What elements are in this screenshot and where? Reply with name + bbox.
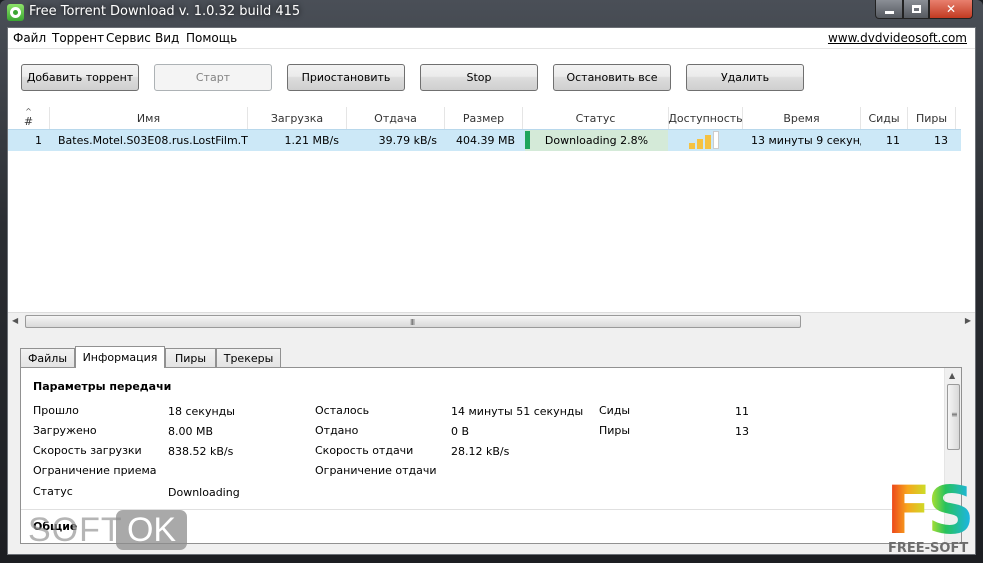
menu-bar: Файл Торрент Сервис Вид Помощь www.dvdvi… [8, 28, 975, 49]
menu-file[interactable]: Файл [13, 31, 46, 45]
menu-torrent[interactable]: Торрент [52, 31, 104, 45]
download-speed-value: 838.52 kB/s [168, 445, 234, 458]
free-soft-logo: FS FREE-SOFT [886, 472, 975, 558]
maximize-icon [911, 5, 921, 13]
window-title: Free Torrent Download v. 1.0.32 build 41… [29, 4, 301, 19]
peers-value: 13 [735, 425, 749, 438]
horizontal-scroll-thumb[interactable]: III [25, 315, 801, 328]
torrent-status: Downloading 2.8% [525, 130, 668, 151]
torrent-seeds: 11 [886, 134, 900, 147]
app-window: Free Torrent Download v. 1.0.32 build 41… [0, 0, 983, 563]
download-limit-label: Ограничение приема [33, 464, 157, 477]
seeds-label: Сиды [599, 404, 631, 417]
vertical-scroll-thumb[interactable]: ≡ [947, 384, 960, 450]
status-label: Статус [33, 485, 73, 498]
client-area: Файл Торрент Сервис Вид Помощь www.dvdvi… [7, 27, 976, 555]
uploaded-value: 0 B [451, 425, 470, 438]
column-header-peers[interactable]: Пиры [908, 107, 956, 129]
column-header-availability[interactable]: Доступность [668, 107, 743, 129]
tab-peers[interactable]: Пиры [165, 348, 216, 368]
close-button[interactable]: ✕ [929, 0, 973, 19]
upload-speed-label: Скорость отдачи [315, 444, 414, 457]
website-link[interactable]: www.dvdvideosoft.com [828, 31, 967, 45]
elapsed-value: 18 секунды [168, 405, 235, 418]
availability-bar-filled [689, 143, 695, 149]
downloaded-value: 8.00 MB [168, 425, 214, 438]
watermark-soft-text: SOFT [28, 511, 123, 549]
column-header-index[interactable]: ^ # [8, 107, 50, 129]
scroll-up-icon[interactable]: ▲ [949, 371, 955, 380]
torrent-index: 1 [35, 134, 42, 147]
upload-limit-label: Ограничение отдачи [315, 464, 437, 477]
torrent-time-remaining: 13 минуты 9 секунд [751, 134, 861, 147]
download-speed-label: Скорость загрузки [33, 444, 142, 457]
scroll-grip-icon: III [410, 318, 415, 327]
torrent-name: Bates.Motel.S03E08.rus.LostFilm.TV.a [58, 134, 248, 147]
seeds-value: 11 [735, 405, 749, 418]
maximize-button[interactable] [903, 0, 929, 19]
column-header-seeds[interactable]: Сиды [861, 107, 908, 129]
menu-service[interactable]: Сервис [106, 31, 151, 45]
tab-information[interactable]: Информация [75, 346, 165, 368]
fs-logo-letters: FS [886, 472, 975, 549]
scroll-right-icon[interactable]: ▶ [965, 316, 971, 325]
torrent-upload-speed: 39.79 kB/s [378, 134, 437, 147]
availability-bars-icon [689, 131, 729, 149]
column-header-status[interactable]: Статус [523, 107, 669, 129]
app-logo-icon [7, 4, 24, 21]
column-header-time[interactable]: Время [743, 107, 861, 129]
tab-trackers[interactable]: Трекеры [216, 348, 281, 368]
delete-button[interactable]: Удалить [686, 64, 804, 91]
add-torrent-button[interactable]: Добавить торрент [21, 64, 139, 91]
column-header-upload[interactable]: Отдача [347, 107, 445, 129]
minimize-icon [884, 10, 894, 14]
scroll-left-icon[interactable]: ◀ [12, 316, 18, 325]
torrent-peers: 13 [934, 134, 948, 147]
transfer-params-heading: Параметры передачи [33, 380, 172, 393]
status-value: Downloading [168, 486, 240, 499]
stop-all-button[interactable]: Остановить все [553, 64, 671, 91]
torrent-list: ^ # Имя Загрузка Отдача Размер Статус До… [8, 107, 975, 313]
column-header-name[interactable]: Имя [50, 107, 248, 129]
torrent-size: 404.39 MB [455, 134, 515, 147]
tab-files[interactable]: Файлы [20, 348, 75, 368]
scroll-grip-icon: ≡ [951, 410, 958, 419]
column-header-row: ^ # Имя Загрузка Отдача Размер Статус До… [8, 107, 960, 129]
downloaded-label: Загружено [33, 424, 97, 437]
availability-bar-filled [705, 135, 711, 149]
menu-view[interactable]: Вид [155, 31, 179, 45]
torrent-availability [669, 130, 743, 151]
status-progress-bar [525, 131, 530, 149]
upload-speed-value: 28.12 kB/s [451, 445, 510, 458]
fs-logo-text: FREE-SOFT [888, 541, 969, 556]
availability-bar-filled [697, 139, 703, 149]
sort-ascending-icon: ^ [25, 107, 32, 116]
pause-button[interactable]: Приостановить [287, 64, 405, 91]
title-bar: Free Torrent Download v. 1.0.32 build 41… [0, 0, 983, 26]
uploaded-label: Отдано [315, 424, 359, 437]
remaining-label: Осталось [315, 404, 370, 417]
elapsed-label: Прошло [33, 404, 79, 417]
column-header-size[interactable]: Размер [445, 107, 523, 129]
watermark-ok-badge: OK [116, 510, 187, 550]
toolbar: Добавить торрент Старт Приостановить Sto… [8, 49, 975, 107]
horizontal-scrollbar[interactable]: ◀ III ▶ [8, 312, 975, 329]
minimize-button[interactable] [875, 0, 903, 19]
torrent-row[interactable]: 1 Bates.Motel.S03E08.rus.LostFilm.TV.a 1… [8, 129, 961, 151]
column-header-download[interactable]: Загрузка [248, 107, 347, 129]
menu-help[interactable]: Помощь [186, 31, 237, 45]
start-button[interactable]: Старт [154, 64, 272, 91]
close-icon: ✕ [945, 2, 957, 16]
peers-label: Пиры [599, 424, 631, 437]
availability-bar-empty [713, 131, 719, 149]
torrent-download-speed: 1.21 MB/s [284, 134, 339, 147]
stop-button[interactable]: Stop [420, 64, 538, 91]
remaining-value: 14 минуты 51 секунды [451, 405, 584, 418]
